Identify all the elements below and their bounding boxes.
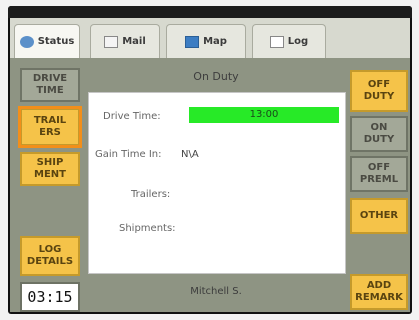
status-icon (19, 35, 34, 48)
clock-display: 03:15 (20, 282, 80, 312)
other-button[interactable]: OTHER (350, 198, 408, 234)
device-frame: Status Mail Map Log DRIVE TIME TRAIL ERS… (8, 6, 412, 314)
tab-map[interactable]: Map (166, 24, 246, 58)
add-remark-button[interactable]: ADD REMARK (350, 274, 408, 310)
gain-time-label: Gain Time In: (95, 149, 162, 160)
tab-bar: Status Mail Map Log (10, 18, 410, 58)
app-screen: Status Mail Map Log DRIVE TIME TRAIL ERS… (10, 18, 410, 312)
on-duty-button[interactable]: ON DUTY (350, 116, 408, 152)
off-duty-button[interactable]: OFF DUTY (350, 70, 408, 112)
shipments-label: Shipments: (119, 223, 176, 234)
drive-time-label: Drive Time: (103, 111, 161, 122)
status-panel: Drive Time: 13:00 Gain Time In: N\A Trai… (88, 92, 346, 274)
gain-time-value: N\A (181, 149, 199, 160)
drive-time-button[interactable]: DRIVE TIME (20, 68, 80, 102)
driver-name: Mitchell S. (190, 286, 242, 297)
trailers-button[interactable]: TRAIL ERS (18, 106, 82, 148)
log-icon (269, 35, 284, 48)
drive-time-bar: 13:00 (189, 107, 339, 123)
mail-icon (104, 35, 119, 48)
log-details-button[interactable]: LOG DETAILS (20, 236, 80, 276)
tab-mail-label: Mail (122, 36, 146, 47)
tab-log[interactable]: Log (252, 24, 326, 58)
tab-mail[interactable]: Mail (90, 24, 160, 58)
map-icon (185, 35, 200, 48)
shipment-button[interactable]: SHIP MENT (20, 152, 80, 186)
tab-log-label: Log (287, 36, 309, 47)
off-preml-button[interactable]: OFF PREML (350, 156, 408, 192)
system-bar (8, 6, 412, 18)
trailers-label: Trailers: (131, 189, 171, 200)
tab-map-label: Map (203, 36, 227, 47)
duty-status-title: On Duty (193, 70, 239, 83)
tab-status[interactable]: Status (14, 24, 80, 58)
tab-status-label: Status (37, 36, 75, 47)
